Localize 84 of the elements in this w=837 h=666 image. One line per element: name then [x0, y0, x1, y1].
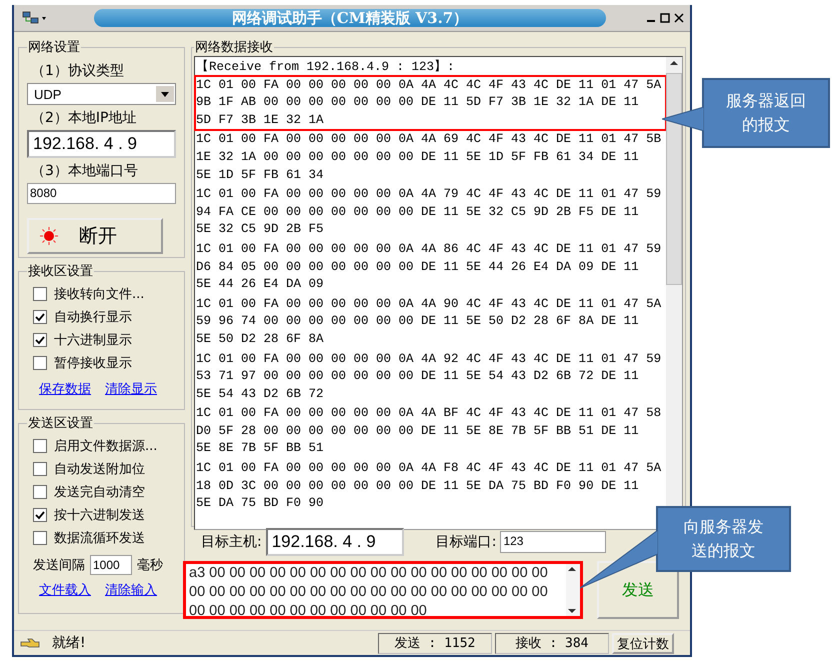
protocol-label: （1）协议类型 [31, 62, 125, 80]
callout-text: 向服务器发送的报文 [684, 516, 764, 562]
hex-line: D0 5F 28 00 00 00 00 00 00 00 DE 11 5E 8E 7B 5F BB 51 DE 11 [196, 422, 640, 440]
target-port-field[interactable]: 123 [500, 531, 606, 553]
pointing-hand-icon [20, 637, 40, 649]
action-link[interactable]: 文件载入 [39, 581, 91, 599]
scroll-thumb[interactable] [666, 73, 682, 285]
port-label: （3）本地端口号 [31, 162, 139, 180]
send-line: 00 00 00 00 00 00 00 00 00 00 00 00 00 00 00 00 00 00 [189, 583, 549, 602]
checkbox-label[interactable]: 接收转向文件... [54, 284, 144, 302]
target-port-label: 目标端口: [436, 533, 496, 551]
scroll-down-icon[interactable] [566, 606, 578, 616]
hex-line: 5E 54 43 D2 6B 72 [196, 386, 325, 403]
sent-count: 发送 : 1152 [378, 632, 492, 654]
target-host-field[interactable]: 192.168. 4 . 9 [266, 528, 404, 556]
hex-line: 5E 44 26 E4 DA 09 [196, 276, 325, 294]
action-link[interactable]: 清除显示 [105, 380, 157, 398]
hex-line: 5E 1D 5F FB 61 34 [196, 166, 325, 184]
hex-line: 1C 01 00 FA 00 00 00 00 00 0A 4A 90 4C 4F 43 4C DE 11 01 47 5A [196, 296, 662, 313]
hex-line: 94 FA CE 00 00 00 00 00 00 00 DE 11 5E 32 C5 9D 2B F5 DE 11 [196, 204, 640, 221]
group-title: 网络设置 [27, 39, 81, 56]
hex-line: 5E 8E 7B 5F BB 51 [196, 440, 325, 458]
scroll-up-icon[interactable] [566, 564, 578, 574]
hex-line: 5E DA 75 BD F0 90 [196, 495, 325, 512]
checkbox-label[interactable]: 自动换行显示 [54, 308, 132, 326]
action-link[interactable]: 清除输入 [105, 581, 157, 599]
hex-line: 18 0D 3C 00 00 00 00 00 00 00 DE 11 5E DA 75 BD F0 90 DE 11 [196, 478, 640, 495]
group-title: 发送区设置 [27, 415, 94, 432]
close-icon[interactable] [674, 13, 684, 23]
hex-line: 5D F7 3B 1E 32 1A [196, 112, 325, 129]
checkbox[interactable] [33, 462, 47, 476]
checkbox[interactable] [33, 310, 47, 324]
checkbox[interactable] [33, 356, 47, 370]
reset-count-button[interactable]: 复位计数 [612, 632, 674, 654]
window-title: 网络调试助手（CM精装版 V3.7） [232, 8, 468, 28]
action-link[interactable]: 保存数据 [39, 380, 91, 398]
checkbox-label[interactable]: 按十六进制发送 [54, 506, 145, 524]
scrollbar[interactable] [566, 564, 580, 616]
send-line: 00 00 00 00 00 00 00 00 00 00 00 00 [189, 602, 428, 616]
interval-label: 发送间隔 [33, 557, 85, 574]
status-message: 就绪! [52, 634, 87, 652]
checkbox[interactable] [33, 286, 47, 300]
hex-line: 59 96 74 00 00 00 00 00 00 00 DE 11 5E 50 D2 28 6F 8A DE 11 [196, 313, 640, 330]
hex-line: 1C 01 00 FA 00 00 00 00 00 0A 4A 79 4C 4F 43 4C DE 11 01 47 59 [196, 186, 662, 204]
maximize-icon[interactable] [660, 13, 670, 23]
ip-label: （2）本地IP地址 [31, 109, 138, 127]
hex-line: 5E 32 C5 9D 2B F5 [196, 221, 325, 238]
hex-line: 9B 1F AB 00 00 00 00 00 00 00 DE 11 5D F7 3B 1E 32 1A DE 11 [196, 94, 640, 112]
hex-line: 1C 01 00 FA 00 00 00 00 00 0A 4A BF 4C 4F 43 4C DE 11 01 47 58 [196, 405, 662, 422]
network-icon[interactable] [22, 11, 48, 25]
ip-field[interactable]: 192.168. 4 . 9 [27, 130, 176, 158]
checkbox-label[interactable]: 数据流循环发送 [54, 528, 145, 546]
checkbox[interactable] [33, 332, 47, 346]
checkbox[interactable] [33, 484, 47, 498]
checkbox-label[interactable]: 启用文件数据源... [54, 436, 158, 454]
callout-text: 服务器返回的报文 [726, 90, 806, 136]
checkbox[interactable] [33, 508, 47, 522]
target-host-label: 目标主机: [201, 533, 262, 551]
checkbox-label[interactable]: 自动发送附加位 [54, 460, 145, 478]
checkbox[interactable] [33, 530, 47, 544]
port-field[interactable]: 8080 [27, 183, 176, 204]
group-title: 接收区设置 [27, 263, 94, 280]
interval-field[interactable]: 1000 [90, 555, 132, 575]
checkbox-label[interactable]: 发送完自动清空 [54, 482, 145, 500]
send-input[interactable]: a3 00 00 00 00 00 00 00 00 00 00 00 00 00 00 00 00 00 00 00 00 00 00 00 00 00 00 00 00 00 00 00 00 00 00 00 00 00 00 00 00 00 00 00 00 00 00 00 [183, 561, 583, 619]
checkbox-label[interactable]: 十六进制显示 [54, 330, 132, 348]
hex-line: 53 71 97 00 00 00 00 00 00 00 DE 11 5E 54 43 D2 6B 72 DE 11 [196, 368, 640, 386]
disconnect-button[interactable]: 断开 [27, 218, 163, 254]
group-title: 网络数据接收 [194, 39, 274, 56]
hex-line: 1C 01 00 FA 00 00 00 00 00 0A 4A 86 4C 4F 43 4C DE 11 01 47 59 [196, 240, 662, 258]
hex-line: 1E 32 1A 00 00 00 00 00 00 00 DE 11 5E 1D 5F FB 61 34 DE 11 [196, 148, 640, 166]
hex-line: 1C 01 00 FA 00 00 00 00 00 0A 4A 92 4C 4F 43 4C DE 11 01 47 59 [196, 350, 662, 368]
hex-line: 5E 50 D2 28 6F 8A [196, 330, 325, 348]
hex-line: D6 84 05 00 00 00 00 00 00 00 DE 11 5E 44 26 E4 DA 09 DE 11 [196, 258, 640, 276]
hex-line: 1C 01 00 FA 00 00 00 00 00 0A 4A 4C 4C 4F 43 4C DE 11 01 47 5A [196, 76, 662, 94]
protocol-dropdown[interactable]: UDP [27, 83, 176, 105]
hex-line: 1C 01 00 FA 00 00 00 00 00 0A 4A 69 4C 4F 43 4C DE 11 01 47 5B [196, 131, 662, 148]
interval-unit: 毫秒 [137, 557, 163, 574]
hex-line: 1C 01 00 FA 00 00 00 00 00 0A 4A F8 4C 4F 43 4C DE 11 01 47 5A [196, 460, 662, 478]
send-line: a3 00 00 00 00 00 00 00 00 00 00 00 00 00 00 00 00 00 [189, 564, 549, 583]
checkbox[interactable] [33, 438, 47, 452]
received-count: 接收 : 384 [495, 632, 609, 654]
checkbox-label[interactable]: 暂停接收显示 [54, 354, 132, 372]
receive-header: 【Receive from 192.168.4.9 : 123】: [196, 59, 456, 76]
